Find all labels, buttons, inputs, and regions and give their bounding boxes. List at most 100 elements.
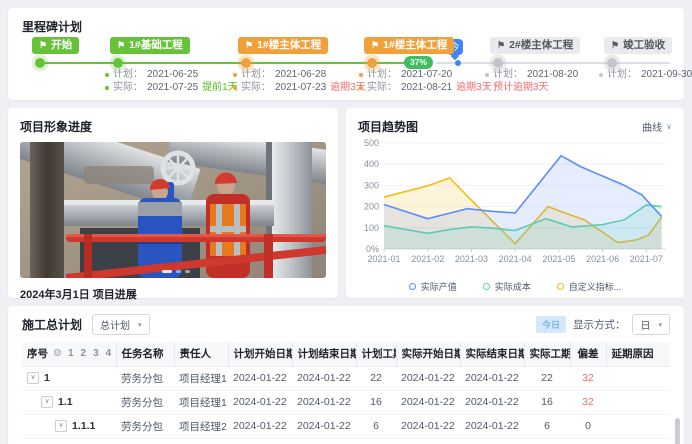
expand-toggle-icon[interactable]: ∨ [41, 396, 53, 408]
x-tick-label: 2021-03 [455, 254, 488, 264]
flag-icon: ⚑ [497, 37, 505, 54]
col-header: 任务名称 [116, 342, 174, 366]
plan-end-date: 2024-01-22 [292, 414, 356, 438]
legend-marker-icon [483, 283, 490, 290]
milestone-title: 里程碑计划 [22, 18, 670, 35]
photo-caption: 2024年3月1日 项目进展 [20, 286, 326, 302]
valve-wheel [163, 153, 193, 183]
plan-start-date: 2024-01-22 [228, 366, 292, 390]
photo-panel-title: 项目形象进度 [20, 118, 326, 135]
bullet-dot [359, 73, 363, 77]
actual-duration: 22 [524, 366, 570, 390]
plan-duration: 16 [356, 390, 396, 414]
task-name: 劳务分包 [116, 438, 174, 444]
chart-title: 项目趋势图 [358, 118, 418, 135]
detail-label: 计划： [241, 68, 271, 81]
detail-value: 2021-06-28 [275, 68, 326, 81]
flag-icon: ⚑ [245, 37, 253, 54]
col-header: 实际工期 [524, 342, 570, 366]
detail-line: 预计逾期3天 [485, 81, 578, 94]
level-button[interactable]: 1 [67, 348, 75, 359]
y-tick-label: 0% [366, 244, 379, 254]
col-header: 实际结束日期 [460, 342, 524, 366]
table-scrollbar[interactable] [675, 418, 680, 444]
row-id: 1.1.1 [72, 420, 95, 432]
milestone-details: 计划：2021-09-30 [599, 68, 692, 81]
detail-value: 2021-07-23 [275, 81, 326, 94]
chart-range-select[interactable]: 曲线 ∨ [642, 119, 672, 134]
milestone-node [367, 58, 377, 68]
plan-end-date: 2024-01-22 [292, 390, 356, 414]
flag-icon: ⚑ [117, 37, 125, 54]
level-button[interactable]: 4 [105, 348, 113, 359]
timeline-segment [40, 62, 406, 64]
col-header: 责任人 [174, 342, 228, 366]
level-button[interactable]: 2 [80, 348, 88, 359]
bullet-dot [233, 86, 237, 90]
row-id: 1.1 [58, 396, 73, 408]
legend-item[interactable]: 自定义指标... [557, 280, 622, 293]
detail-note: 预计逾期3天 [493, 81, 549, 94]
x-tick-label: 2021-01 [367, 254, 400, 264]
detail-line: 实际：2021-08-21逾期3天 [359, 81, 492, 94]
detail-line: 计划：2021-06-25 [105, 68, 238, 81]
actual-end-date: 2024-01-22 [460, 414, 524, 438]
chart-range-value: 曲线 [642, 119, 662, 134]
milestone-details: 计划：2021-06-28实际：2021-07-23逾期3天 [233, 68, 366, 94]
deviation: 32 [570, 390, 606, 414]
plan-end-date: 2024-01-22 [292, 438, 356, 444]
actual-start-date: 2024-01-22 [396, 366, 460, 390]
expand-toggle-icon[interactable]: ∨ [27, 372, 39, 384]
plan-duration: 5 [356, 438, 396, 444]
bullet-dot [105, 73, 109, 77]
milestone-badge: ⚑1#基础工程 [110, 37, 190, 54]
plan-duration: 6 [356, 414, 396, 438]
y-tick-label: 300 [364, 180, 379, 190]
detail-label: 计划： [607, 68, 637, 81]
milestone-details: 计划：2021-08-20预计逾期3天 [485, 68, 578, 94]
milestone-node [493, 58, 503, 68]
display-mode-select[interactable]: 日 ▾ [632, 314, 670, 335]
legend-label: 实际成本 [495, 280, 531, 293]
today-dot [455, 60, 461, 66]
plan-start-date: 2024-01-22 [228, 414, 292, 438]
legend-item[interactable]: 实际产值 [409, 280, 457, 293]
actual-start-date: 2024-01-22 [396, 438, 460, 444]
x-tick-label: 2021-02 [411, 254, 444, 264]
legend-item[interactable]: 实际成本 [483, 280, 531, 293]
bullet-dot [233, 73, 237, 77]
deviation: 1 [570, 438, 606, 444]
detail-label: 实际： [241, 81, 271, 94]
site-photo [20, 142, 326, 278]
actual-start-date: 2024-01-22 [396, 414, 460, 438]
delay-reason [606, 414, 670, 438]
trend-line-chart: 0%1002003004005002021-012021-022021-0320… [358, 137, 672, 275]
col-header: 计划结束日期 [292, 342, 356, 366]
detail-label: 计划： [367, 68, 397, 81]
actual-duration: 16 [524, 390, 570, 414]
milestone-badge: ⚑2#楼主体工程 [490, 37, 580, 54]
milestone-badge: ⚑开始 [32, 37, 79, 54]
row-id: 1 [44, 372, 50, 384]
x-tick-label: 2021-06 [586, 254, 619, 264]
plan-duration: 22 [356, 366, 396, 390]
flag-icon: ⚑ [371, 37, 379, 54]
settings-icon[interactable]: ⚙ [53, 348, 62, 359]
chevron-down-icon: ∨ [666, 122, 672, 131]
delay-reason [606, 390, 670, 414]
deviation: 0 [570, 414, 606, 438]
display-mode-label: 显示方式： [573, 317, 626, 332]
index-cell: ∨1.1.2 [22, 438, 116, 444]
table-row: ∨1.1.2劳务分包项目经理32024-01-222024-01-2252024… [22, 438, 670, 444]
plan-type-select[interactable]: 总计划 ▾ [92, 314, 150, 335]
owner: 项目经理1 [174, 366, 228, 390]
detail-line: 计划：2021-08-20 [485, 68, 578, 81]
level-button[interactable]: 3 [92, 348, 100, 359]
plan-table: 序号⚙12345任务名称责任人计划开始日期计划结束日期计划工期实际开始日期实际结… [22, 342, 670, 444]
today-badge[interactable]: 今日 [536, 316, 566, 333]
col-header: 偏差 [570, 342, 606, 366]
detail-label: 计划： [113, 68, 143, 81]
legend-label: 实际产值 [421, 280, 457, 293]
expand-toggle-icon[interactable]: ∨ [55, 420, 67, 432]
col-header: 计划开始日期 [228, 342, 292, 366]
